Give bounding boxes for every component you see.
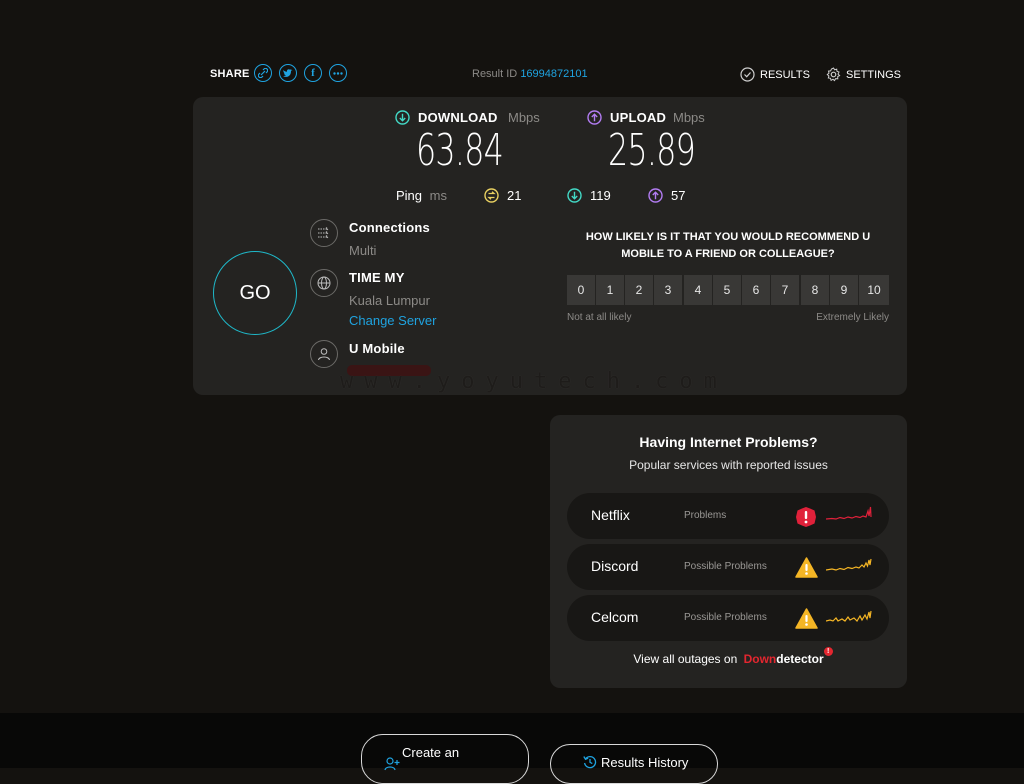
outages-card: Having Internet Problems? Popular servic… (550, 415, 907, 688)
create-account-button[interactable]: Create an (361, 734, 529, 784)
view-all-outages[interactable]: View all outages on Downdetector! (550, 647, 907, 666)
ping-upload-value: 57 (671, 188, 686, 203)
download-icon (395, 110, 410, 125)
connections-value: Multi (349, 243, 377, 258)
history-icon (583, 755, 597, 769)
download-label: DOWNLOAD (418, 110, 498, 125)
survey-option-8[interactable]: 8 (801, 275, 829, 305)
ping-upload-icon (648, 188, 663, 203)
go-button[interactable]: GO (213, 251, 297, 335)
service-row-netflix[interactable]: Netflix Problems (567, 493, 889, 539)
service-name: Discord (591, 558, 639, 574)
result-id-link[interactable]: 16994872101 (520, 68, 587, 80)
survey-high-label: Extremely Likely (816, 312, 889, 323)
facebook-icon[interactable]: f (304, 64, 322, 82)
downdetector-logo[interactable]: Downdetector! (743, 647, 833, 666)
service-status: Possible Problems (684, 561, 767, 572)
survey-option-9[interactable]: 9 (830, 275, 858, 305)
change-server-link[interactable]: Change Server (349, 313, 436, 328)
downdetector-badge-icon: ! (823, 647, 833, 656)
ping-download-value: 119 (590, 188, 611, 203)
ping-idle-value: 21 (507, 188, 522, 203)
service-name: Celcom (591, 609, 639, 625)
ping-label-group: Ping ms (396, 188, 447, 203)
result-card: DOWNLOAD Mbps 63.84 UPLOAD Mbps 25.89 Pi… (193, 97, 907, 395)
ping-download-icon (567, 188, 582, 203)
results-label: RESULTS (760, 68, 810, 81)
brand-detector: detector (776, 652, 824, 666)
survey-option-4[interactable]: 4 (684, 275, 712, 305)
upload-unit: Mbps (673, 110, 705, 125)
discord-sparkline (826, 558, 872, 571)
user-icon (310, 340, 338, 368)
service-row-discord[interactable]: Discord Possible Problems (567, 544, 889, 590)
ping-unit: ms (429, 188, 447, 203)
link-icon[interactable] (254, 64, 272, 82)
upload-icon (587, 110, 602, 125)
problem-alert-icon (796, 507, 816, 527)
celcom-sparkline (826, 610, 872, 622)
more-icon[interactable] (329, 64, 347, 82)
survey-option-10[interactable]: 10 (859, 275, 889, 305)
results-history-button[interactable]: Results History (550, 744, 718, 784)
ping-idle-icon (484, 188, 499, 203)
twitter-icon[interactable] (279, 64, 297, 82)
watermark: www.yoyutech.com (340, 369, 728, 394)
warning-icon (795, 608, 818, 629)
service-name: Netflix (591, 507, 630, 523)
survey-option-3[interactable]: 3 (654, 275, 682, 305)
survey-low-label: Not at all likely (567, 312, 632, 323)
isp-name: U Mobile (349, 341, 405, 356)
download-unit: Mbps (508, 110, 540, 125)
connections-icon (310, 219, 338, 247)
survey-option-6[interactable]: 6 (742, 275, 770, 305)
check-circle-icon (740, 67, 755, 82)
gear-icon (826, 67, 841, 82)
survey-option-5[interactable]: 5 (713, 275, 741, 305)
server-location: Kuala Lumpur (349, 293, 430, 308)
ping-label: Ping (396, 188, 423, 203)
survey-scale: 0 1 2 3 4 5 6 7 8 9 10 (567, 275, 889, 305)
result-id: Result ID 16994872101 (472, 68, 588, 80)
server-host-name: TIME MY (349, 270, 405, 285)
add-user-icon (384, 757, 400, 771)
survey-question: HOW LIKELY IS IT THAT YOU WOULD RECOMMEN… (585, 231, 871, 260)
upload-value: 25.89 (608, 125, 696, 176)
upload-label: UPLOAD (610, 110, 667, 125)
create-account-label: Create an (402, 745, 460, 760)
connections-label: Connections (349, 220, 430, 235)
survey-option-2[interactable]: 2 (625, 275, 653, 305)
share-label: SHARE (210, 68, 250, 80)
settings-label: SETTINGS (846, 68, 902, 81)
netflix-sparkline (826, 506, 872, 520)
result-id-label: Result ID (472, 68, 518, 80)
outages-title: Having Internet Problems? (639, 434, 818, 450)
outages-subtitle: Popular services with reported issues (629, 458, 828, 472)
service-row-celcom[interactable]: Celcom Possible Problems (567, 595, 889, 641)
survey-option-1[interactable]: 1 (596, 275, 624, 305)
survey-option-7[interactable]: 7 (771, 275, 799, 305)
service-status: Possible Problems (684, 612, 767, 623)
globe-icon (310, 269, 338, 297)
survey-option-0[interactable]: 0 (567, 275, 595, 305)
results-button[interactable]: RESULTS (740, 67, 810, 82)
warning-icon (795, 557, 818, 578)
go-label: GO (239, 281, 271, 304)
view-all-prefix: View all outages on (633, 652, 738, 666)
download-value: 63.84 (416, 125, 504, 176)
service-status: Problems (684, 510, 727, 521)
brand-down: Down (743, 652, 777, 666)
settings-button[interactable]: SETTINGS (826, 67, 901, 82)
